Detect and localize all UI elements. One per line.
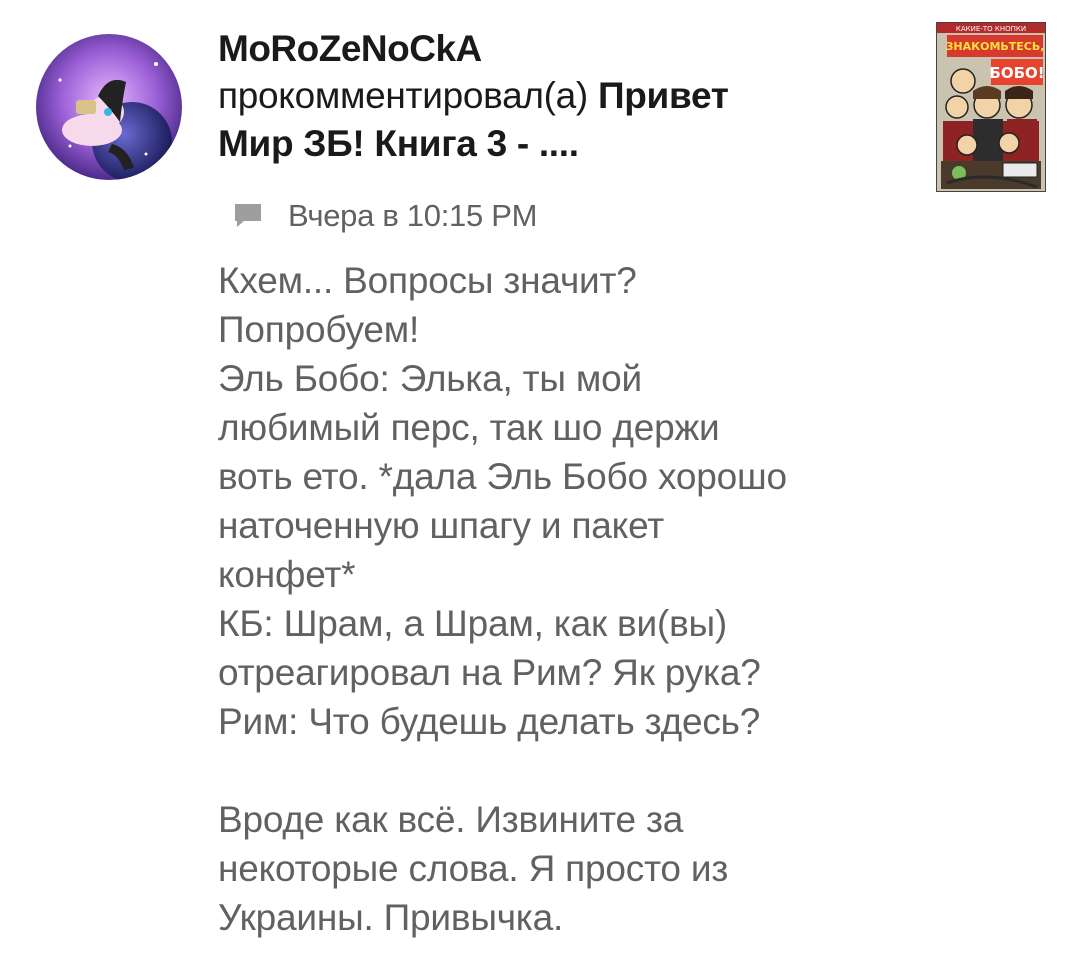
timestamp: Вчера в 10:15 PM — [288, 198, 538, 233]
post-title-line: Мир ЗБ! Книга 3 - .... — [218, 120, 898, 168]
thumbnail-banner-main: ЗНАКОМЬТЕСЬ, — [946, 40, 1045, 53]
post-title-part1[interactable]: Привет — [598, 75, 729, 116]
comment-line: КБ: Шрам, а Шрам, как ви(вы) — [218, 603, 728, 644]
comic-cover-image: КАКИЕ-ТО КНОПКИ ЗНАКОМЬТЕСЬ, БОБО! — [937, 23, 1045, 191]
comment-line: любимый перс, так шо держи — [218, 407, 720, 448]
comment-notification[interactable]: MoRoZeNoCkA прокомментировал(а) Привет М… — [0, 0, 1080, 970]
username[interactable]: MoRoZeNoCkA — [218, 26, 898, 72]
time-row: Вчера в 10:15 PM — [232, 196, 537, 236]
comment-line: отреагировал на Рим? Як рука? — [218, 652, 761, 693]
comment-line: наточенную шпагу и пакет — [218, 505, 664, 546]
post-thumbnail[interactable]: КАКИЕ-ТО КНОПКИ ЗНАКОМЬТЕСЬ, БОБО! — [936, 22, 1046, 192]
thumbnail-banner-top: КАКИЕ-ТО КНОПКИ — [956, 25, 1026, 33]
comment-line: Вроде как всё. Извините за — [218, 799, 684, 840]
thumbnail-banner-name: БОБО! — [989, 64, 1044, 82]
comment-line: Эль Бобо: Элька, ты мой — [218, 358, 642, 399]
comment-line: воть ето. *дала Эль Бобо хорошо — [218, 456, 787, 497]
comment-line: Попробуем! — [218, 309, 420, 350]
comment-paragraph-2: Вроде как всё. Извините за некоторые слов… — [218, 795, 918, 942]
action-verb: прокомментировал(а) — [218, 75, 588, 116]
comment-paragraph-1: Кхем... Вопросы значит? Попробуем! Эль Боб… — [218, 256, 918, 746]
comment-line: Рим: Что будешь делать здесь? — [218, 701, 761, 742]
pony-avatar-icon — [36, 34, 182, 180]
comment-line: некоторые слова. Я просто из — [218, 848, 729, 889]
post-title-part2[interactable]: Мир ЗБ! Книга 3 - .... — [218, 123, 579, 164]
comment-body: Кхем... Вопросы значит? Попробуем! Эль Боб… — [218, 256, 918, 942]
comment-line: Украины. Привычка. — [218, 897, 564, 938]
action-line: прокомментировал(а) Привет — [218, 72, 898, 120]
comment-icon — [232, 201, 264, 231]
user-avatar[interactable] — [36, 34, 182, 180]
notification-header: MoRoZeNoCkA прокомментировал(а) Привет М… — [218, 26, 898, 168]
comment-line: конфет* — [218, 554, 356, 595]
comment-line: Кхем... Вопросы значит? — [218, 260, 637, 301]
